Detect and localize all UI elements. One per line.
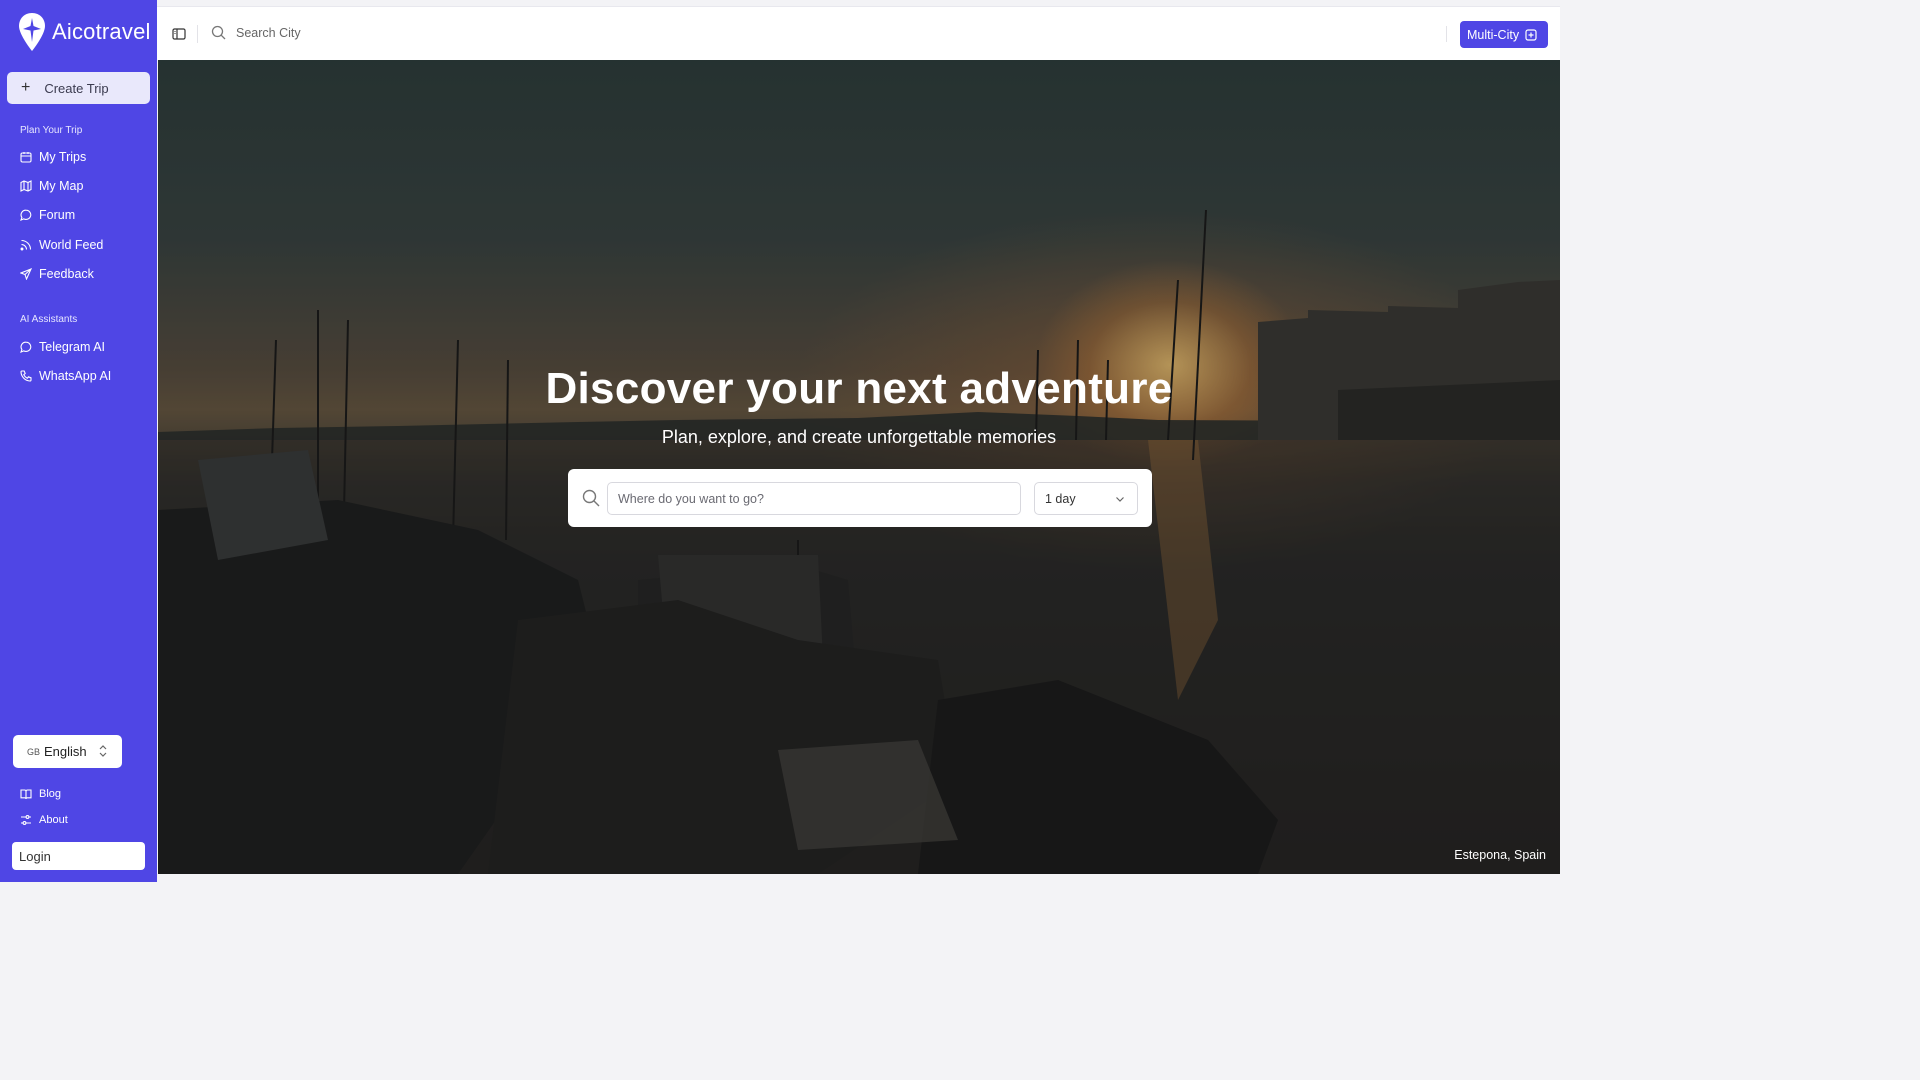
chat-bubble-icon [20,341,32,353]
sidebar-item-telegram-ai[interactable]: Telegram AI [20,332,111,361]
sidebar-item-whatsapp-ai[interactable]: WhatsApp AI [20,361,111,390]
sidebar-item-about[interactable]: About [20,807,68,833]
hero-section: Discover your next adventure Plan, explo… [158,60,1560,874]
sidebar-item-feedback[interactable]: Feedback [20,259,103,288]
sidebar-item-blog[interactable]: Blog [20,781,68,807]
sidebar-item-label: Telegram AI [39,339,106,354]
sidebar-item-label: My Trips [39,149,87,164]
plan-nav: My Trips My Map Forum World Feed Feedbac… [20,142,103,288]
search-icon [582,489,600,507]
chat-bubble-icon [20,209,32,222]
sidebar-item-label: My Map [39,178,84,193]
login-button[interactable]: Login [12,842,145,870]
sidebar-item-label: World Feed [39,237,104,252]
sidebar-item-label: Blog [39,788,62,800]
book-icon [20,789,32,800]
search-icon [211,25,226,40]
city-search [211,25,496,40]
multi-city-button[interactable]: Multi-City [1460,21,1548,48]
sidebar: Aicotravel + Create Trip Plan Your Trip … [0,0,157,882]
footer-nav: Blog About [20,781,68,833]
create-trip-button[interactable]: + Create Trip [7,72,150,104]
plan-section-title: Plan Your Trip [20,125,83,136]
app-root: Aicotravel + Create Trip Plan Your Trip … [0,0,1568,882]
login-label: Login [19,848,51,864]
sidebar-item-forum[interactable]: Forum [20,201,103,230]
language-selector[interactable]: GB English [13,735,122,768]
search-city-input[interactable] [236,25,496,40]
destination-search-card: 1 day [568,469,1152,527]
divider [1446,26,1447,42]
chevron-up-down-icon [99,745,107,757]
send-icon [20,267,32,280]
brand-name: Aicotravel [52,19,151,44]
hero-overlay [158,60,1560,874]
sliders-icon [21,815,31,825]
globe-language-icon: GB [27,746,41,757]
sidebar-item-label: About [39,814,68,826]
divider [197,25,198,43]
ai-nav: Telegram AI WhatsApp AI [20,332,111,391]
plus-icon: + [21,79,31,96]
sidebar-item-label: WhatsApp AI [39,368,112,383]
chevron-down-icon [1116,497,1124,502]
hero-subtitle: Plan, explore, and create unforgettable … [661,427,1057,447]
calendar-icon [20,151,32,163]
trip-duration-select[interactable]: 1 day [1034,482,1138,515]
trip-duration-value: 1 day [1045,491,1076,506]
top-bar: Multi-City [157,6,1560,60]
photo-location-caption: Estepona, Spain [1454,848,1546,862]
sidebar-item-my-trips[interactable]: My Trips [20,142,103,171]
language-label: English [44,744,87,759]
phone-icon [20,370,32,382]
map-icon [20,180,32,192]
ai-section-title: AI Assistants [20,314,78,325]
sidebar-item-my-map[interactable]: My Map [20,171,103,200]
logo-pin-icon [19,13,45,51]
destination-input[interactable] [607,482,1021,515]
rss-icon [20,239,32,250]
sidebar-item-label: Forum [39,208,76,223]
hero-title: Discover your next adventure [545,364,1173,413]
plus-square-icon [1525,28,1537,41]
sidebar-toggle-icon[interactable] [172,27,186,41]
multi-city-label: Multi-City [1467,27,1520,42]
brand[interactable]: Aicotravel [18,12,151,52]
sidebar-item-label: Feedback [39,266,94,281]
sidebar-item-world-feed[interactable]: World Feed [20,230,103,259]
create-trip-label: Create Trip [44,80,109,96]
